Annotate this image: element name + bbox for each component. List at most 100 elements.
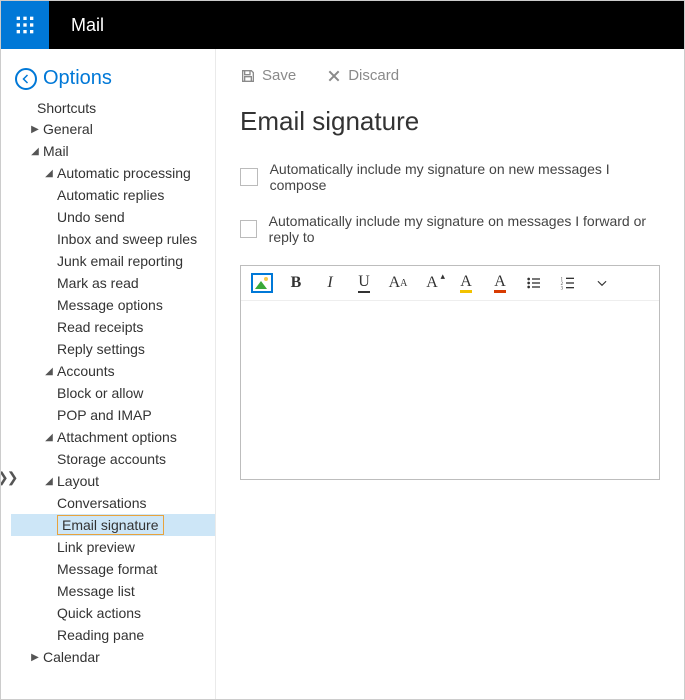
svg-text:3: 3: [561, 287, 564, 291]
tree-item-msg-options[interactable]: Message options: [11, 294, 215, 316]
options-tree: Shortcuts ▶ General ◢ Mail ◢ Automatic p…: [1, 100, 215, 668]
save-label: Save: [262, 67, 296, 84]
tree-item-inbox-sweep[interactable]: Inbox and sweep rules: [11, 228, 215, 250]
app-launcher-button[interactable]: [1, 1, 49, 49]
tree-item-conversations[interactable]: Conversations: [11, 492, 215, 514]
signature-reply-forward-row: Automatically include my signature on me…: [240, 213, 660, 245]
tree-label: Email signature: [62, 517, 159, 533]
image-icon: [251, 273, 273, 293]
tree-label: General: [43, 121, 93, 137]
tree-item-pop-imap[interactable]: POP and IMAP: [11, 404, 215, 426]
discard-icon: [326, 68, 342, 84]
underline-icon: U: [358, 274, 370, 293]
tree-label: Quick actions: [57, 605, 141, 621]
discard-button[interactable]: Discard: [326, 67, 399, 84]
discard-label: Discard: [348, 67, 399, 84]
tree-item-reading-pane[interactable]: Reading pane: [11, 624, 215, 646]
signature-new-messages-checkbox[interactable]: [240, 168, 258, 186]
underline-button[interactable]: U: [353, 272, 375, 294]
more-formatting-button[interactable]: [591, 272, 613, 294]
expand-handle-icon[interactable]: ❯❯: [1, 469, 16, 486]
tree-label: Accounts: [57, 363, 115, 379]
tree-item-undo-send[interactable]: Undo send: [11, 206, 215, 228]
tree-item-read-receipts[interactable]: Read receipts: [11, 316, 215, 338]
app-header: Mail: [1, 1, 684, 49]
tree-item-attach-opts[interactable]: ◢ Attachment options: [11, 426, 215, 448]
tree-label: Automatic replies: [57, 187, 164, 203]
tree-item-link-preview[interactable]: Link preview: [11, 536, 215, 558]
signature-new-messages-label: Automatically include my signature on ne…: [270, 161, 660, 193]
caret-right-icon: ▶: [29, 124, 41, 135]
tree-item-accounts[interactable]: ◢ Accounts: [11, 360, 215, 382]
options-sidebar: ❯❯ Options Shortcuts ▶ General ◢ Mail ◢ …: [1, 49, 216, 699]
tree-label: Reading pane: [57, 627, 144, 643]
tree-item-message-list[interactable]: Message list: [11, 580, 215, 602]
tree-label: Mail: [43, 143, 69, 159]
font-color-icon: A: [494, 274, 506, 293]
tree-label: Message list: [57, 583, 135, 599]
tree-label: Junk email reporting: [57, 253, 183, 269]
options-title: Options: [43, 67, 112, 90]
caret-down-icon: ◢: [29, 146, 41, 157]
tree-label: Layout: [57, 473, 99, 489]
font-size-button[interactable]: AA: [387, 272, 409, 294]
waffle-icon: [15, 15, 35, 35]
signature-textarea[interactable]: [241, 301, 659, 478]
bullet-list-button[interactable]: [523, 272, 545, 294]
tree-item-general[interactable]: ▶ General: [11, 118, 215, 140]
action-row: Save Discard: [240, 67, 660, 84]
tree-item-reply-settings[interactable]: Reply settings: [11, 338, 215, 360]
tree-label: Calendar: [43, 649, 100, 665]
tree-label: POP and IMAP: [57, 407, 152, 423]
back-icon[interactable]: [15, 68, 37, 90]
tree-label: Mark as read: [57, 275, 139, 291]
signature-reply-forward-label: Automatically include my signature on me…: [269, 213, 660, 245]
tree-label: Reply settings: [57, 341, 145, 357]
tree-item-auto-processing[interactable]: ◢ Automatic processing: [11, 162, 215, 184]
font-size-icon: A: [389, 274, 401, 292]
page-title: Email signature: [240, 106, 660, 137]
highlight-icon: A: [460, 274, 472, 293]
tree-item-block-allow[interactable]: Block or allow: [11, 382, 215, 404]
editor-toolbar: B I U AA A▴ A A 123: [241, 266, 659, 301]
tree-item-quick-actions[interactable]: Quick actions: [11, 602, 215, 624]
bullet-list-icon: [526, 275, 542, 291]
tree-item-email-signature[interactable]: Email signature: [11, 514, 215, 536]
tree-label: Automatic processing: [57, 165, 191, 181]
save-icon: [240, 68, 256, 84]
tree-label: Message format: [57, 561, 157, 577]
increase-font-button[interactable]: A▴: [421, 272, 443, 294]
numbered-list-button[interactable]: 123: [557, 272, 579, 294]
tree-label: Attachment options: [57, 429, 177, 445]
caret-down-icon: ◢: [43, 432, 55, 443]
tree-item-mark-read[interactable]: Mark as read: [11, 272, 215, 294]
signature-reply-forward-checkbox[interactable]: [240, 220, 257, 238]
caret-right-icon: ▶: [29, 652, 41, 663]
numbered-list-icon: 123: [560, 275, 576, 291]
italic-button[interactable]: I: [319, 272, 341, 294]
tree-item-calendar[interactable]: ▶ Calendar: [11, 646, 215, 668]
tree-label: Read receipts: [57, 319, 143, 335]
tree-item-message-format[interactable]: Message format: [11, 558, 215, 580]
tree-item-mail[interactable]: ◢ Mail: [11, 140, 215, 162]
options-header[interactable]: Options: [1, 61, 215, 100]
caret-down-icon: ◢: [43, 168, 55, 179]
tree-item-auto-replies[interactable]: Automatic replies: [11, 184, 215, 206]
font-color-button[interactable]: A: [489, 272, 511, 294]
highlight-button[interactable]: A: [455, 272, 477, 294]
tree-item-layout[interactable]: ◢ Layout: [11, 470, 215, 492]
bold-button[interactable]: B: [285, 272, 307, 294]
main-panel: Save Discard Email signature Automatical…: [216, 49, 684, 699]
save-button[interactable]: Save: [240, 67, 296, 84]
chevron-down-icon: [595, 276, 609, 290]
tree-label: Message options: [57, 297, 163, 313]
tree-item-junk-report[interactable]: Junk email reporting: [11, 250, 215, 272]
tree-label: Undo send: [57, 209, 125, 225]
caret-down-icon: ◢: [43, 366, 55, 377]
tree-label: Inbox and sweep rules: [57, 231, 197, 247]
app-title: Mail: [49, 15, 104, 36]
insert-image-button[interactable]: [251, 272, 273, 294]
tree-item-storage-accounts[interactable]: Storage accounts: [11, 448, 215, 470]
caret-down-icon: ◢: [43, 476, 55, 487]
shortcuts-heading: Shortcuts: [11, 100, 215, 116]
